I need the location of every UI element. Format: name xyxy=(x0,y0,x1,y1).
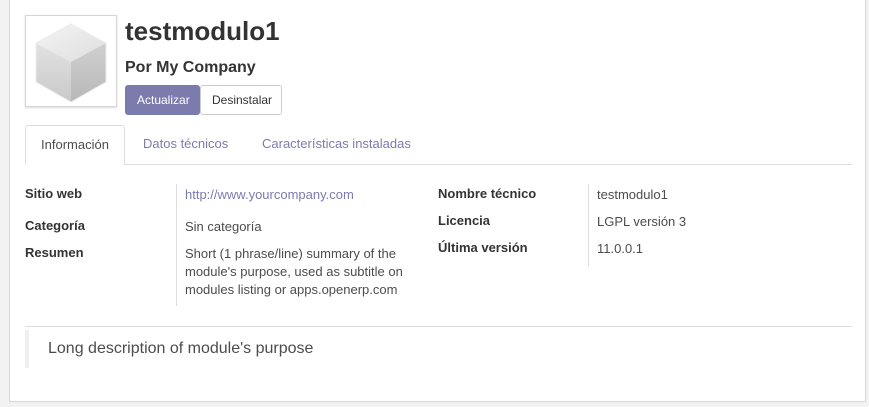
update-button[interactable]: Actualizar xyxy=(125,85,200,115)
module-title: testmodulo1 xyxy=(125,16,280,46)
module-description: Long description of module's purpose xyxy=(48,340,314,357)
left-field-divider xyxy=(176,184,177,306)
category-label: Categoría xyxy=(25,218,85,233)
license-value: LGPL versión 3 xyxy=(597,214,687,229)
module-cube-icon xyxy=(25,15,117,107)
right-field-divider xyxy=(588,184,589,266)
summary-value: Short (1 phrase/line) summary of the mod… xyxy=(185,246,403,297)
notebook-tabs: Información Datos técnicos Característic… xyxy=(25,125,852,165)
module-form-sheet: testmodulo1 Por My Company Actualizar De… xyxy=(9,0,866,402)
tab-datos-tecnicos[interactable]: Datos técnicos xyxy=(143,125,228,165)
website-link[interactable]: http://www.yourcompany.com xyxy=(185,186,354,204)
technical-name-value: testmodulo1 xyxy=(597,187,668,202)
summary-label: Resumen xyxy=(25,245,84,260)
technical-name-label: Nombre técnico xyxy=(438,186,537,201)
license-label: Licencia xyxy=(438,213,491,228)
website-label: Sitio web xyxy=(25,186,83,201)
description-quote-bar xyxy=(25,330,29,368)
description-separator xyxy=(25,326,852,327)
category-value: Sin categoría xyxy=(185,219,262,234)
latest-version-value: 11.0.0.1 xyxy=(597,241,644,256)
module-author: Por My Company xyxy=(125,59,256,76)
tab-informacion[interactable]: Información xyxy=(25,125,125,165)
uninstall-button[interactable]: Desinstalar xyxy=(200,85,282,115)
latest-version-label: Última versión xyxy=(438,240,528,255)
tab-caracteristicas-instaladas[interactable]: Características instaladas xyxy=(262,125,411,165)
